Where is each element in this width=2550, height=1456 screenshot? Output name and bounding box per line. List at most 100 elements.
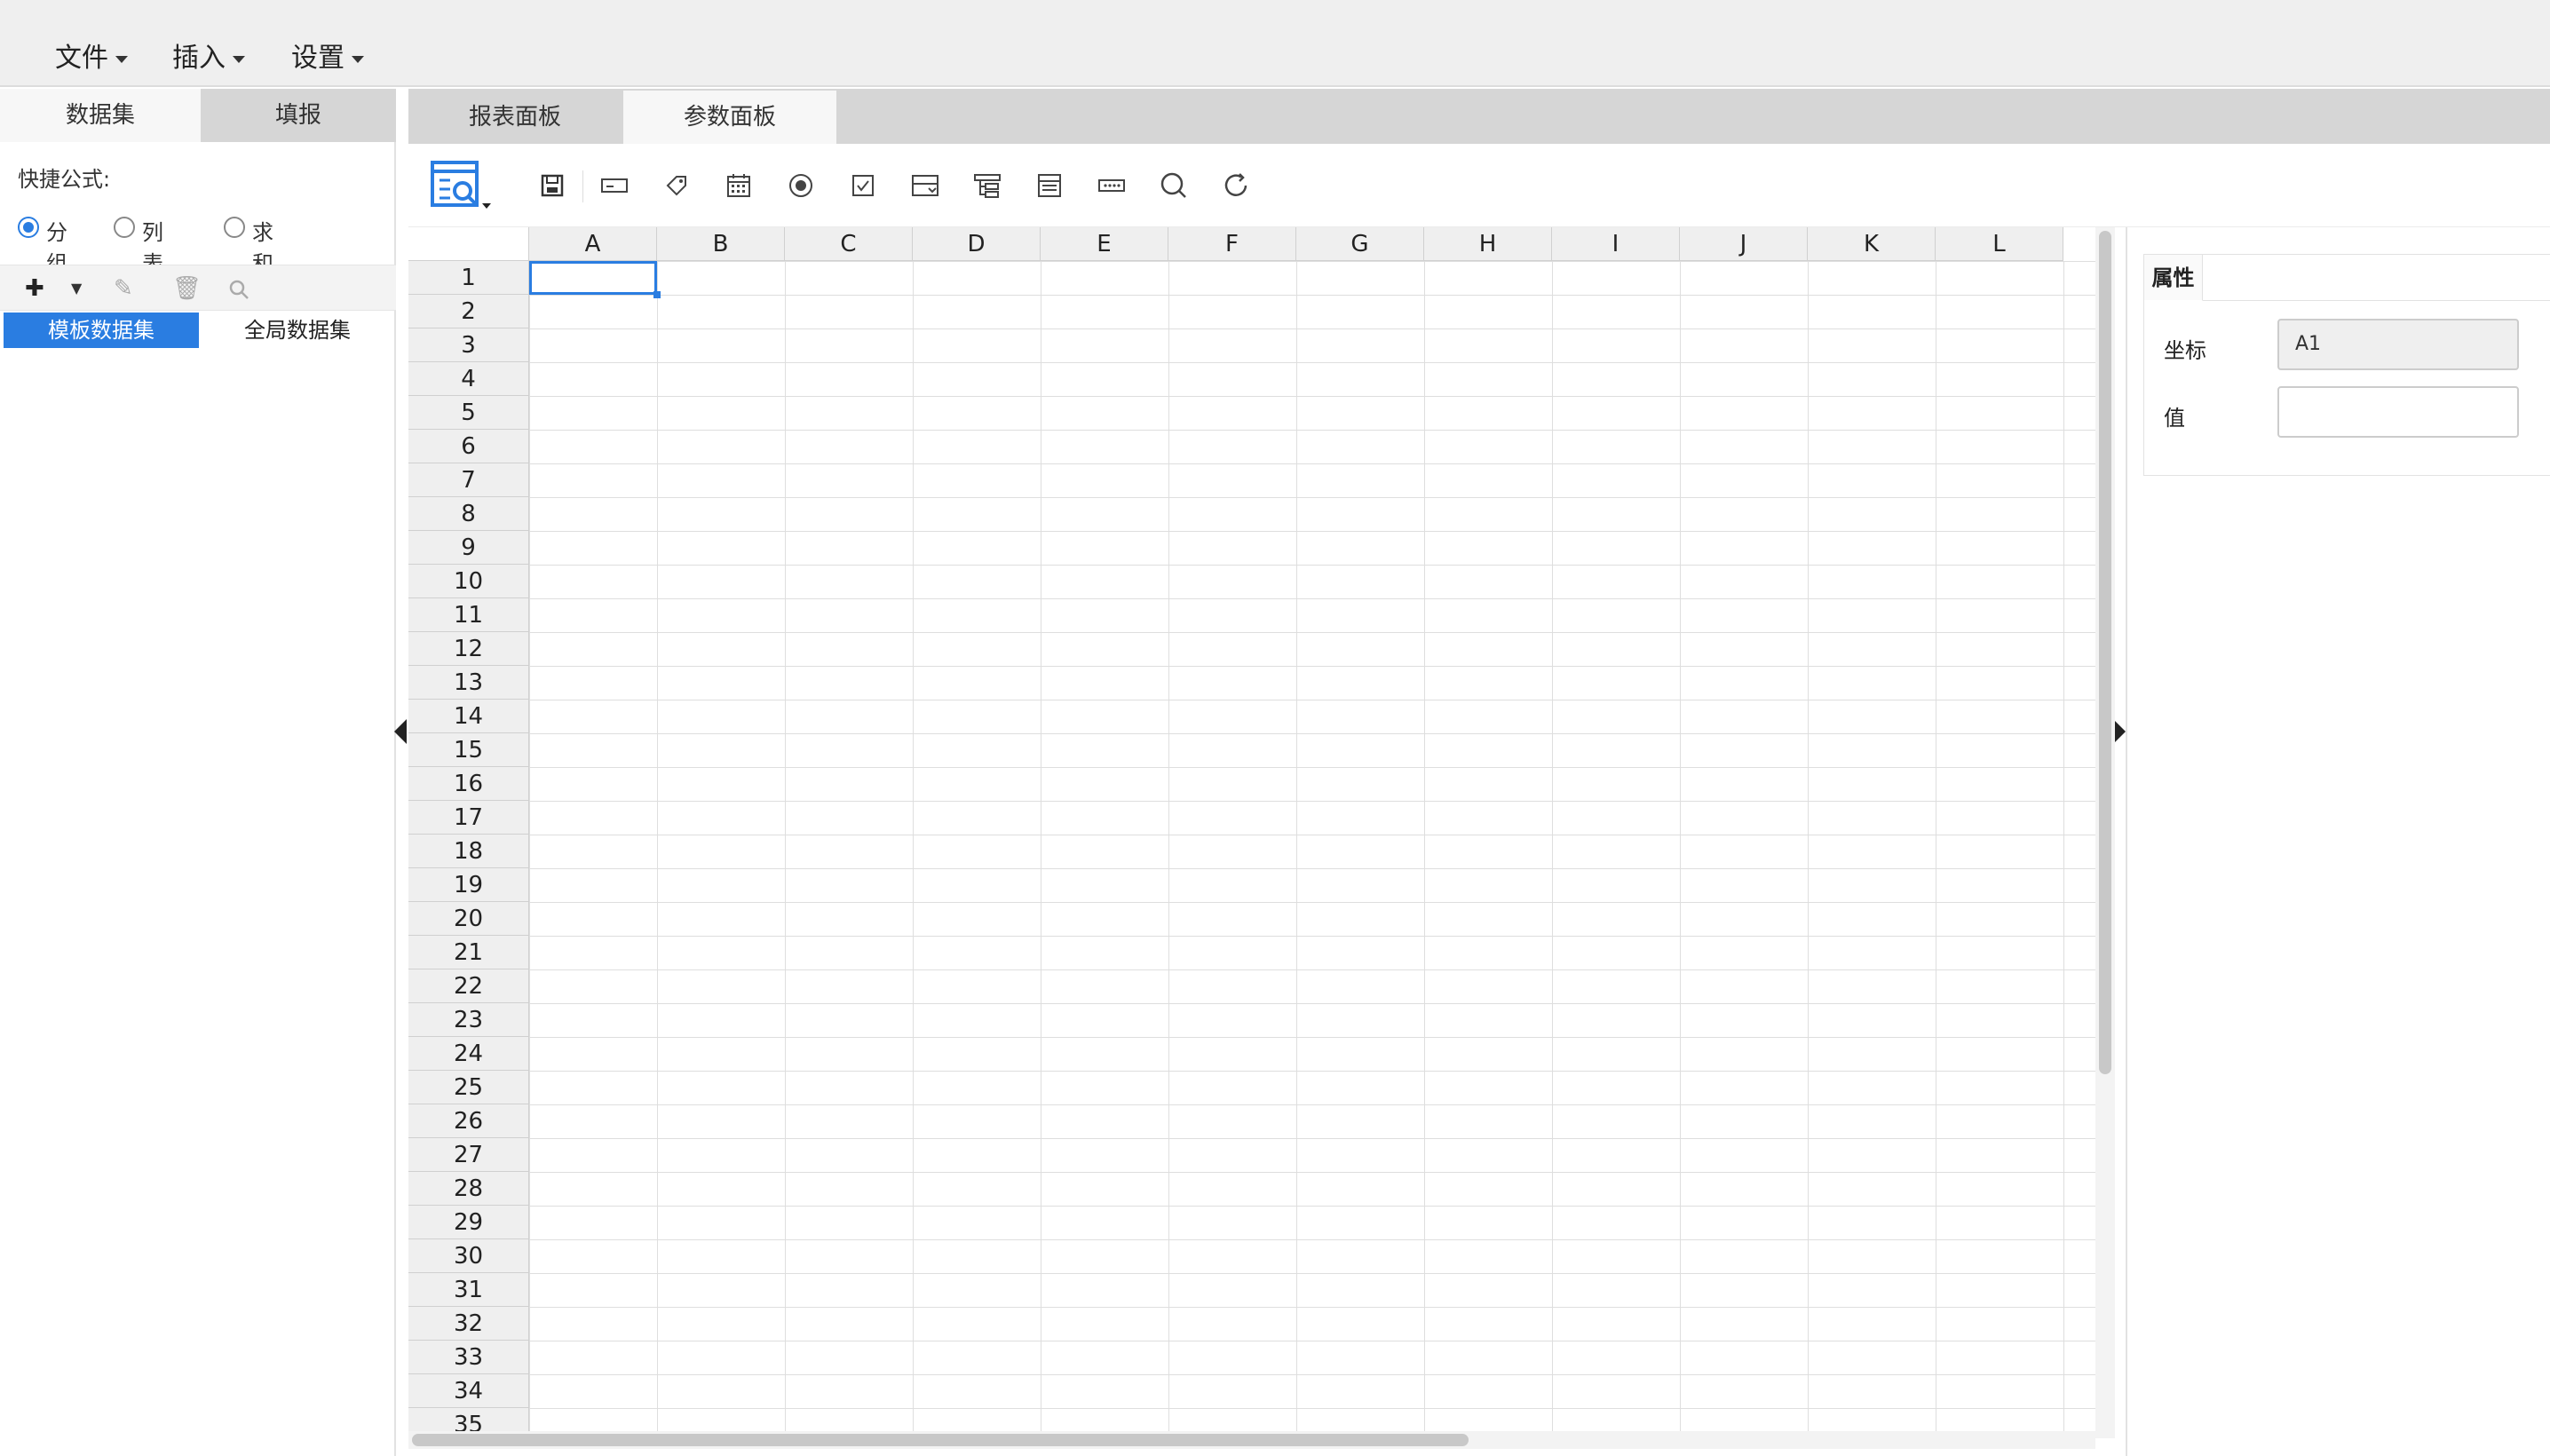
row-header-6[interactable]: 6 [408, 430, 529, 463]
grid-cells[interactable] [529, 261, 2095, 1438]
menu-settings-label: 设置 [291, 43, 344, 74]
row-header-22[interactable]: 22 [408, 969, 529, 1003]
row-header-7[interactable]: 7 [408, 463, 529, 497]
dataset-toolbar: ✚ ▼ ✎ 🗑 [0, 265, 396, 311]
list-icon[interactable] [1030, 144, 1069, 227]
chevron-down-icon [115, 55, 128, 63]
row-header-9[interactable]: 9 [408, 531, 529, 565]
calendar-icon[interactable] [719, 144, 758, 227]
dropdown-box-icon[interactable] [906, 144, 945, 227]
row-header-25[interactable]: 25 [408, 1071, 529, 1104]
column-header-c[interactable]: C [785, 227, 913, 261]
menu-bar: 文件 插入 设置 [0, 0, 2550, 87]
row-header-33[interactable]: 33 [408, 1341, 529, 1374]
row-header-20[interactable]: 20 [408, 902, 529, 936]
left-panel: 数据集 填报 快捷公式: 分组 列表 求和 ✚ ▼ ✎ 🗑 模板数据集 全局数据… [0, 89, 396, 1456]
row-header-29[interactable]: 29 [408, 1206, 529, 1239]
row-header-34[interactable]: 34 [408, 1374, 529, 1408]
row-header-32[interactable]: 32 [408, 1307, 529, 1341]
row-header-1[interactable]: 1 [408, 261, 529, 295]
dropdown-arrow-icon[interactable]: ▼ [71, 265, 82, 312]
column-header-l[interactable]: L [1936, 227, 2063, 261]
pencil-icon[interactable]: ✎ [114, 265, 133, 312]
column-header-a[interactable]: A [529, 227, 657, 261]
property-box: 属性 坐标 A1 值 [2143, 254, 2550, 476]
horizontal-scroll-thumb[interactable] [412, 1434, 1469, 1446]
column-header-d[interactable]: D [913, 227, 1041, 261]
value-label: 值 [2164, 406, 2185, 431]
query-button-icon[interactable] [426, 144, 497, 227]
row-header-18[interactable]: 18 [408, 835, 529, 868]
tab-global-dataset[interactable]: 全局数据集 [201, 313, 394, 348]
menu-file[interactable]: 文件 [55, 39, 128, 78]
tab-divider [2203, 300, 2550, 301]
chevron-down-icon [352, 55, 364, 63]
tab-report-panel[interactable]: 报表面板 [408, 91, 622, 144]
vertical-scrollbar[interactable] [2095, 227, 2115, 1438]
menu-settings[interactable]: 设置 [291, 39, 364, 78]
tree-icon[interactable] [968, 144, 1007, 227]
plus-icon[interactable]: ✚ [25, 265, 44, 312]
row-header-12[interactable]: 12 [408, 632, 529, 666]
column-header-e[interactable]: E [1041, 227, 1168, 261]
vertical-scroll-thumb[interactable] [2099, 231, 2111, 1074]
tab-dataset[interactable]: 数据集 [0, 89, 201, 142]
search-icon[interactable] [1154, 144, 1193, 227]
row-header-24[interactable]: 24 [408, 1037, 529, 1071]
row-header-10[interactable]: 10 [408, 565, 529, 598]
search-icon[interactable] [227, 265, 250, 312]
refresh-icon[interactable] [1216, 144, 1255, 227]
row-header-3[interactable]: 3 [408, 328, 529, 362]
row-header-2[interactable]: 2 [408, 295, 529, 328]
row-header-21[interactable]: 21 [408, 936, 529, 969]
column-header-h[interactable]: H [1424, 227, 1552, 261]
row-header-26[interactable]: 26 [408, 1104, 529, 1138]
selected-cell[interactable] [529, 261, 657, 295]
column-header-i[interactable]: I [1552, 227, 1680, 261]
row-header-19[interactable]: 19 [408, 868, 529, 902]
value-field[interactable] [2277, 386, 2519, 438]
row-header-11[interactable]: 11 [408, 598, 529, 632]
trash-icon[interactable]: 🗑 [172, 265, 202, 312]
row-header-8[interactable]: 8 [408, 497, 529, 531]
row-header-16[interactable]: 16 [408, 767, 529, 801]
text-field-icon[interactable] [595, 144, 634, 227]
radio-sum[interactable] [224, 217, 245, 238]
row-header-17[interactable]: 17 [408, 801, 529, 835]
tab-template-dataset[interactable]: 模板数据集 [4, 313, 199, 348]
coord-field[interactable]: A1 [2277, 319, 2519, 370]
tag-icon[interactable] [657, 144, 696, 227]
quick-formula-label: 快捷公式: [18, 167, 111, 192]
fill-handle[interactable] [653, 291, 661, 298]
tab-properties[interactable]: 属性 [2144, 255, 2203, 301]
row-header-13[interactable]: 13 [408, 666, 529, 700]
radio-icon[interactable] [781, 144, 820, 227]
row-header-4[interactable]: 4 [408, 362, 529, 396]
radio-group[interactable] [18, 217, 39, 238]
row-header-5[interactable]: 5 [408, 396, 529, 430]
column-header-f[interactable]: F [1168, 227, 1296, 261]
row-header-30[interactable]: 30 [408, 1239, 529, 1273]
row-header-28[interactable]: 28 [408, 1172, 529, 1206]
row-header-31[interactable]: 31 [408, 1273, 529, 1307]
collapse-left-icon[interactable] [394, 719, 407, 744]
grid-corner[interactable] [408, 227, 529, 261]
column-header-g[interactable]: G [1296, 227, 1424, 261]
horizontal-scrollbar[interactable] [408, 1431, 2095, 1449]
column-header-b[interactable]: B [657, 227, 785, 261]
spreadsheet-grid[interactable]: A B C D E F G H I J K L 1 2 3 4 5 6 7 8 9 10 11 12 13 14 15 16 17 18 1… [408, 227, 2095, 1438]
column-header-k[interactable]: K [1808, 227, 1936, 261]
save-icon[interactable] [533, 144, 572, 227]
menu-insert[interactable]: 插入 [172, 39, 245, 78]
tab-fill[interactable]: 填报 [201, 89, 396, 142]
row-header-14[interactable]: 14 [408, 700, 529, 733]
tab-param-panel[interactable]: 参数面板 [623, 91, 836, 144]
checkbox-icon[interactable] [843, 144, 883, 227]
collapse-right-icon[interactable] [2113, 719, 2126, 744]
password-icon[interactable] [1092, 144, 1131, 227]
row-header-23[interactable]: 23 [408, 1003, 529, 1037]
row-header-15[interactable]: 15 [408, 733, 529, 767]
column-header-j[interactable]: J [1680, 227, 1808, 261]
row-header-27[interactable]: 27 [408, 1138, 529, 1172]
radio-list[interactable] [114, 217, 135, 238]
